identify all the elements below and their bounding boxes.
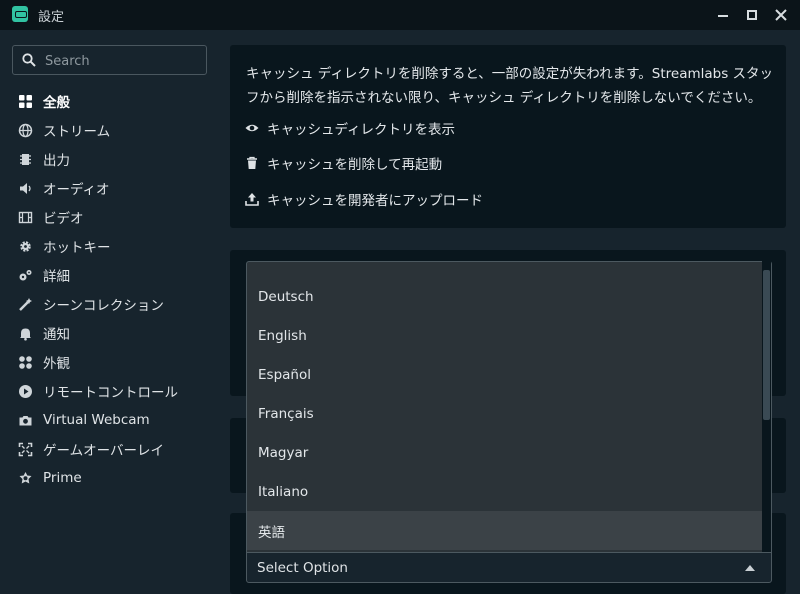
sidebar-item-prime[interactable]: Prime (18, 467, 213, 489)
language-option-eigo[interactable]: 英語 (247, 511, 763, 550)
language-select-placeholder: Select Option (257, 559, 348, 576)
language-option-english[interactable]: English (247, 316, 763, 355)
sidebar-item-label: ビデオ (43, 211, 84, 227)
streamlabs-logo-icon (12, 6, 28, 22)
sidebar-item-label: ゲームオーバーレイ (43, 443, 164, 459)
sidebar-item-label: 詳細 (43, 269, 70, 285)
show-cache-directory-link[interactable]: キャッシュディレクトリを表示 (245, 118, 455, 138)
language-option-francais[interactable]: Français (247, 394, 763, 433)
upload-cache-label: キャッシュを開発者にアップロード (267, 193, 483, 209)
sidebar-item-video[interactable]: ビデオ (18, 206, 213, 228)
language-option-italiano[interactable]: Italiano (247, 472, 763, 511)
sidebar-item-appearance[interactable]: 外観 (18, 351, 213, 373)
play-circle-icon (19, 384, 32, 398)
sidebar-item-label: リモートコントロール (43, 385, 178, 401)
sidebar-item-label: Prime (43, 470, 82, 486)
dropdown-scrollbar-thumb[interactable] (763, 270, 770, 420)
trash-icon (247, 156, 257, 169)
magic-wand-icon (19, 297, 32, 311)
delete-cache-restart-label: キャッシュを削除して再起動 (267, 157, 443, 173)
sidebar-item-label: 外観 (43, 356, 70, 372)
minimize-button[interactable] (708, 0, 738, 30)
gears-icon (19, 269, 32, 280)
prime-icon (19, 471, 32, 483)
search-input[interactable] (45, 52, 205, 70)
sidebar-item-label: Virtual Webcam (43, 412, 150, 428)
gear-icon (20, 240, 31, 252)
language-select[interactable]: Select Option (246, 552, 772, 583)
camera-icon (19, 415, 32, 425)
cache-settings-card: キャッシュ ディレクトリを削除すると、一部の設定が失われます。Streamlab… (230, 45, 786, 228)
sidebar-item-stream[interactable]: ストリーム (18, 119, 213, 141)
chip-icon (20, 153, 31, 165)
expand-icon (18, 442, 33, 456)
cache-warning-text: キャッシュ ディレクトリを削除すると、一部の設定が失われます。Streamlab… (246, 66, 774, 106)
sidebar-item-scene-collections[interactable]: シーンコレクション (18, 293, 213, 315)
sidebar-item-label: 出力 (43, 153, 70, 169)
speaker-icon (20, 182, 31, 194)
caret-up-icon (745, 565, 755, 571)
bell-icon (20, 328, 31, 340)
sidebar: 全般 ストリーム 出力 オーディオ ビデオ ホットキー 詳細 シーンコレクション… (0, 30, 218, 594)
eye-icon (245, 124, 259, 132)
sidebar-item-game-overlay[interactable]: ゲームオーバーレイ (18, 438, 213, 460)
sidebar-item-audio[interactable]: オーディオ (18, 177, 213, 199)
close-button[interactable] (766, 0, 796, 30)
sidebar-item-remote-control[interactable]: リモートコントロール (18, 380, 213, 402)
show-cache-directory-label: キャッシュディレクトリを表示 (267, 122, 456, 138)
title-bar: 設定 (0, 0, 800, 30)
shapes-icon (19, 355, 32, 369)
search-box[interactable] (12, 45, 207, 75)
sidebar-item-general[interactable]: 全般 (18, 90, 213, 112)
sidebar-item-hotkeys[interactable]: ホットキー (18, 235, 213, 257)
sidebar-item-label: オーディオ (43, 182, 110, 198)
sidebar-item-label: 通知 (43, 327, 70, 343)
language-option-magyar[interactable]: Magyar (247, 433, 763, 472)
window-title: 設定 (38, 10, 65, 25)
language-dropdown-list: Deutsch English Español Français Magyar … (246, 261, 772, 552)
sidebar-item-notifications[interactable]: 通知 (18, 322, 213, 344)
globe-icon (18, 123, 33, 137)
maximize-icon (747, 10, 757, 20)
minimize-icon (718, 15, 728, 17)
delete-cache-restart-link[interactable]: キャッシュを削除して再起動 (245, 153, 442, 173)
film-icon (18, 211, 33, 223)
sidebar-item-virtual-webcam[interactable]: Virtual Webcam (18, 409, 213, 431)
upload-cache-link[interactable]: キャッシュを開発者にアップロード (245, 189, 483, 209)
sidebar-item-output[interactable]: 出力 (18, 148, 213, 170)
sidebar-item-label: ホットキー (43, 240, 111, 256)
upload-icon (245, 193, 259, 206)
grid-icon (19, 94, 32, 108)
language-option-deutsch[interactable]: Deutsch (247, 277, 763, 316)
language-option-espanol[interactable]: Español (247, 355, 763, 394)
search-icon (22, 53, 36, 67)
maximize-button[interactable] (737, 0, 767, 30)
sidebar-item-label: 全般 (43, 95, 70, 111)
sidebar-item-label: ストリーム (43, 124, 111, 140)
sidebar-item-advanced[interactable]: 詳細 (18, 264, 213, 286)
sidebar-item-label: シーンコレクション (43, 298, 164, 314)
close-icon (775, 9, 787, 21)
